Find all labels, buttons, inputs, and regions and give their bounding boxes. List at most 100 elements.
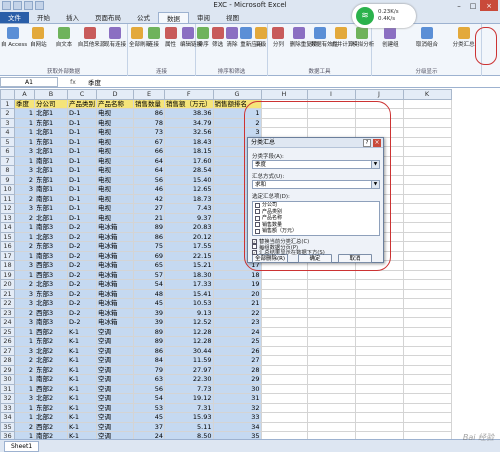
table-cell[interactable]: 电视 (96, 108, 134, 119)
table-cell[interactable]: 30.44 (164, 345, 214, 356)
table-cell[interactable]: 18.30 (164, 269, 214, 280)
empty-cell[interactable] (260, 298, 308, 309)
column-header[interactable]: H (260, 89, 308, 100)
table-cell[interactable]: 空调 (96, 355, 134, 366)
table-cell[interactable]: 89 (133, 336, 165, 347)
empty-cell[interactable] (306, 355, 356, 366)
table-cell[interactable]: 79 (133, 364, 165, 375)
table-cell[interactable]: 3 (14, 288, 35, 299)
table-cell[interactable]: 1 (14, 136, 35, 147)
table-cell[interactable]: 电冰箱 (96, 317, 134, 328)
table-cell[interactable]: 3 (14, 203, 35, 214)
table-cell[interactable]: 29 (212, 374, 262, 385)
empty-cell[interactable] (402, 402, 452, 413)
table-header-cell[interactable]: 产品类别 (67, 98, 97, 109)
empty-cell[interactable] (402, 383, 452, 394)
column-header[interactable]: I (306, 89, 356, 100)
empty-cell[interactable] (260, 364, 308, 375)
table-cell[interactable]: 11.59 (164, 355, 214, 366)
row-header[interactable]: 26 (0, 336, 15, 347)
column-header[interactable]: F (164, 89, 214, 100)
row-header[interactable]: 6 (0, 146, 15, 157)
empty-cell[interactable] (402, 174, 452, 185)
table-cell[interactable]: 3 (14, 298, 35, 309)
table-cell[interactable]: 34.79 (164, 117, 214, 128)
table-cell[interactable]: 66 (133, 146, 165, 157)
table-cell[interactable]: 22.30 (164, 374, 214, 385)
table-header-cell[interactable]: 产品名称 (96, 98, 134, 109)
table-cell[interactable]: K-1 (67, 345, 97, 356)
dropdown-arrow-icon[interactable]: ▼ (371, 181, 379, 188)
empty-cell[interactable] (306, 412, 356, 423)
table-cell[interactable]: 电视 (96, 117, 134, 128)
table-cell[interactable]: 西部3 (34, 260, 68, 271)
row-header[interactable]: 4 (0, 127, 15, 138)
empty-cell[interactable] (354, 336, 404, 347)
empty-cell[interactable] (402, 364, 452, 375)
table-cell[interactable]: 2 (14, 241, 35, 252)
undo-icon[interactable] (24, 1, 33, 10)
row-header[interactable]: 36 (0, 431, 15, 439)
name-box[interactable]: A1 (0, 77, 58, 87)
checkbox[interactable]: ✓ (252, 249, 257, 255)
table-cell[interactable]: 北部3 (34, 231, 68, 242)
maximize-button[interactable]: □ (466, 0, 480, 11)
table-cell[interactable]: 39 (133, 307, 165, 318)
table-cell[interactable]: 东部2 (34, 364, 68, 375)
empty-cell[interactable] (402, 117, 452, 128)
table-cell[interactable]: K-1 (67, 336, 97, 347)
table-cell[interactable]: 18.15 (164, 146, 214, 157)
row-header[interactable]: 19 (0, 269, 15, 280)
table-cell[interactable]: 21 (212, 298, 262, 309)
empty-cell[interactable] (306, 431, 356, 439)
table-cell[interactable]: 空调 (96, 326, 134, 337)
table-cell[interactable]: 46 (133, 184, 165, 195)
table-cell[interactable]: 3 (14, 146, 35, 157)
table-cell[interactable]: 17.33 (164, 279, 214, 290)
table-cell[interactable]: D-1 (67, 212, 97, 223)
ribbon-tab[interactable]: 公式 (129, 12, 158, 23)
table-cell[interactable]: 86 (133, 231, 165, 242)
table-cell[interactable]: 89 (133, 222, 165, 233)
table-cell[interactable]: 89 (133, 326, 165, 337)
row-header[interactable]: 14 (0, 222, 15, 233)
table-cell[interactable]: 北部1 (34, 165, 68, 176)
table-cell[interactable]: K-1 (67, 326, 97, 337)
row-header[interactable]: 24 (0, 317, 15, 328)
table-cell[interactable]: D-1 (67, 165, 97, 176)
row-header[interactable]: 22 (0, 298, 15, 309)
empty-cell[interactable] (354, 421, 404, 432)
empty-cell[interactable] (402, 136, 452, 147)
empty-cell[interactable] (306, 345, 356, 356)
empty-cell[interactable] (402, 279, 452, 290)
empty-cell[interactable] (402, 193, 452, 204)
table-cell[interactable]: 空调 (96, 383, 134, 394)
checkbox[interactable]: ✓ (255, 235, 260, 236)
table-cell[interactable]: 3 (14, 345, 35, 356)
table-cell[interactable]: 2 (14, 307, 35, 318)
table-header-cell[interactable]: 季度 (14, 98, 35, 109)
row-header[interactable]: 3 (0, 117, 15, 128)
row-header[interactable]: 11 (0, 193, 15, 204)
table-cell[interactable]: 31 (212, 393, 262, 404)
empty-cell[interactable] (354, 317, 404, 328)
table-cell[interactable]: 22.15 (164, 250, 214, 261)
empty-cell[interactable] (354, 279, 404, 290)
table-cell[interactable]: 3 (14, 184, 35, 195)
table-cell[interactable]: D-1 (67, 108, 97, 119)
table-cell[interactable]: 南部3 (34, 222, 68, 233)
empty-cell[interactable] (402, 155, 452, 166)
table-cell[interactable]: 18.43 (164, 136, 214, 147)
table-cell[interactable]: 3 (14, 393, 35, 404)
ribbon-tab[interactable]: 审阅 (189, 12, 218, 23)
table-cell[interactable]: 电视 (96, 146, 134, 157)
table-cell[interactable]: 64 (133, 165, 165, 176)
table-cell[interactable]: 67 (133, 136, 165, 147)
table-cell[interactable]: 12.28 (164, 336, 214, 347)
table-cell[interactable]: 空调 (96, 364, 134, 375)
empty-cell[interactable] (354, 298, 404, 309)
table-cell[interactable]: 19 (212, 279, 262, 290)
sheet-tab[interactable]: Sheet1 (4, 440, 40, 452)
table-cell[interactable]: 19.12 (164, 393, 214, 404)
summary-below-option[interactable]: ✓ 汇总结果显示在数据下方(S) (252, 248, 325, 256)
